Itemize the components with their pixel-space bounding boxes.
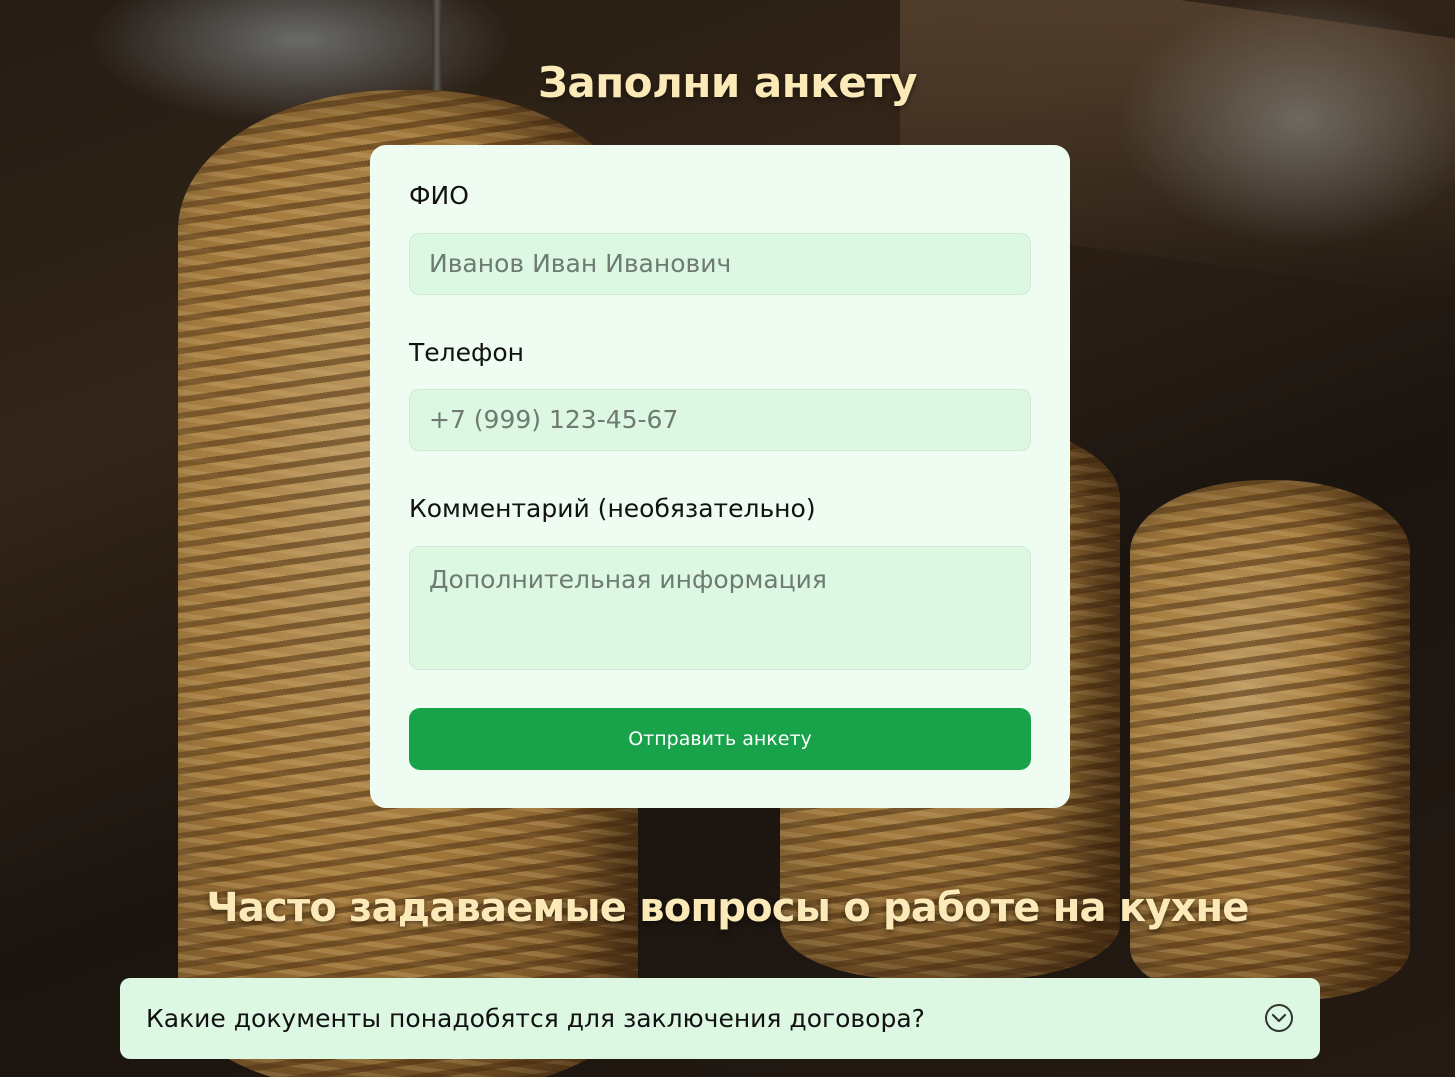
phone-label: Телефон xyxy=(409,338,525,367)
full-name-input[interactable]: Иванов Иван Иванович xyxy=(409,233,1031,295)
faq-title: Часто задаваемые вопросы о работе на кух… xyxy=(206,885,1249,931)
phone-input[interactable]: +7 (999) 123-45-67 xyxy=(409,389,1031,451)
full-name-label: ФИО xyxy=(409,181,469,210)
chevron-down-circle-icon[interactable] xyxy=(1264,1003,1294,1033)
comment-label: Комментарий (необязательно) xyxy=(409,494,816,523)
submit-button[interactable]: Отправить анкету xyxy=(409,708,1031,770)
faq-item[interactable]: Какие документы понадобятся для заключен… xyxy=(120,978,1320,1059)
comment-textarea[interactable]: Дополнительная информация xyxy=(409,546,1031,670)
application-form: ФИО Иванов Иван Иванович Телефон +7 (999… xyxy=(370,145,1070,808)
faq-question: Какие документы понадобятся для заключен… xyxy=(146,1004,925,1033)
page-title: Заполни анкету xyxy=(538,58,917,107)
